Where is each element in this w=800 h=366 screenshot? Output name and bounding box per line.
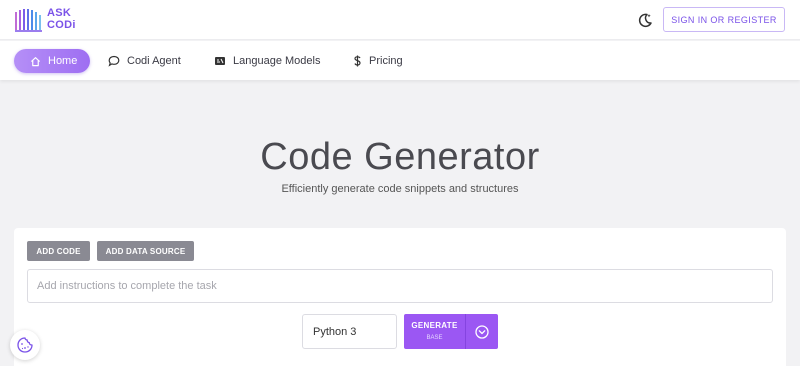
moon-icon[interactable]	[636, 11, 654, 29]
generate-label: GENERATE	[411, 321, 458, 330]
askcodi-logo[interactable]: ASK CODi	[14, 6, 84, 34]
instructions-input[interactable]	[27, 269, 773, 303]
logo-line1: ASK	[47, 7, 72, 19]
nav-item-label: Home	[48, 55, 78, 67]
nav-item-codi-agent[interactable]: Codi Agent	[108, 49, 181, 73]
nav-item-label: Pricing	[369, 55, 403, 67]
add-code-button[interactable]: ADD CODE	[27, 241, 90, 261]
generate-mode-label: BASE	[426, 335, 443, 341]
sign-in-register-button[interactable]: SIGN IN OR REGISTER	[663, 7, 785, 32]
generator-panel: ADD CODE ADD DATA SOURCE Python 3 GENERA…	[14, 228, 786, 366]
nav-item-label: Codi Agent	[127, 55, 181, 67]
page-subtitle: Efficiently generate code snippets and s…	[281, 183, 519, 195]
nav-item-pricing[interactable]: Pricing	[353, 49, 403, 73]
nav-item-label: Language Models	[233, 55, 321, 67]
nav-item-home[interactable]: Home	[14, 49, 90, 73]
language-select[interactable]: Python 3	[302, 314, 397, 349]
top-header: ASK CODi SIGN IN OR REGISTER	[0, 0, 800, 40]
cookie-icon	[17, 337, 33, 353]
home-icon	[30, 56, 41, 66]
generate-button[interactable]: GENERATE BASE	[404, 314, 465, 349]
logo-line2: CODi	[47, 19, 76, 31]
add-data-source-button[interactable]: ADD DATA SOURCE	[97, 241, 194, 261]
nav-item-language-models[interactable]: Language Models	[214, 49, 320, 73]
dollar-icon	[354, 55, 361, 67]
logo-text: ASK CODi	[47, 7, 76, 31]
cookie-settings-button[interactable]	[10, 330, 40, 360]
generate-button-group: GENERATE BASE	[404, 314, 498, 349]
generate-options-button[interactable]	[466, 314, 498, 349]
page-title: Code Generator	[260, 136, 540, 178]
logo-mark-icon	[15, 9, 42, 32]
chat-icon	[108, 55, 120, 67]
main-nav: Home Codi Agent Language Models Pricing	[0, 41, 800, 80]
models-icon	[215, 57, 225, 65]
chevron-down-circle-icon	[475, 324, 489, 339]
